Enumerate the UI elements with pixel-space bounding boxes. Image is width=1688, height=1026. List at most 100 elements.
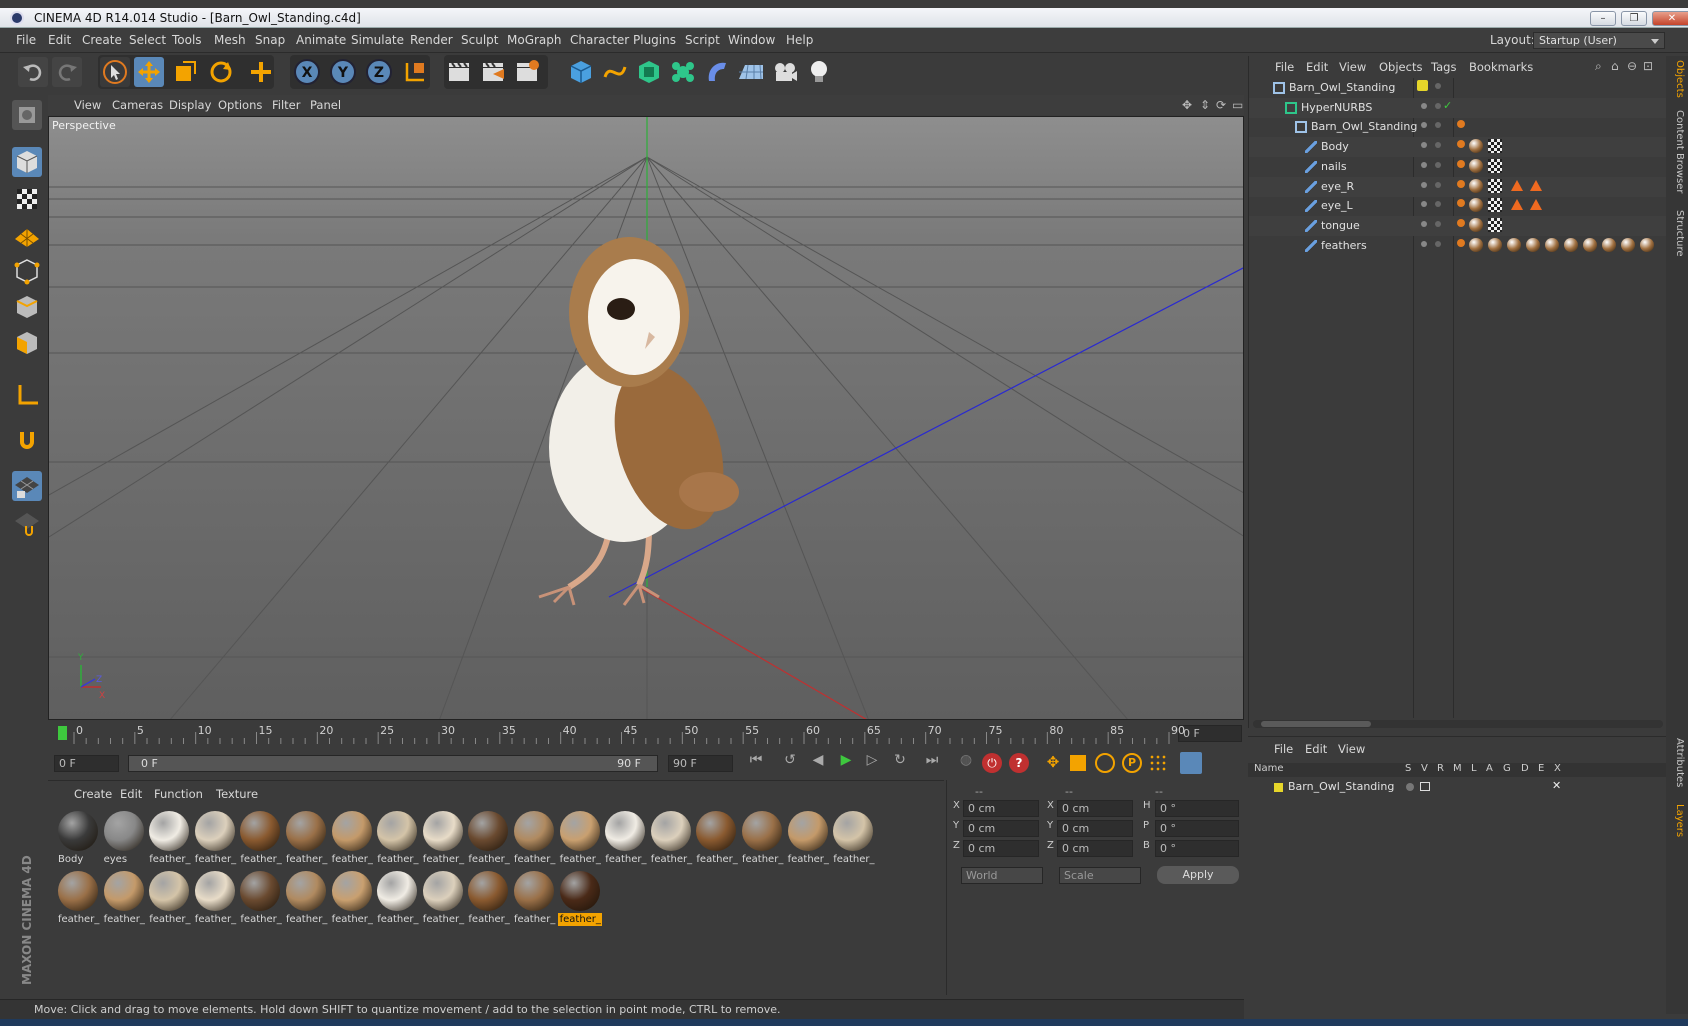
material-swatch[interactable]: feather_ [375,809,419,867]
material-swatch[interactable]: feather_ [512,869,556,927]
perspective-viewport[interactable]: Perspective Y X Z [48,116,1244,720]
menu-render[interactable]: Render [410,33,453,47]
object-tree-row[interactable]: HyperNURBS ✓ [1249,97,1667,118]
timeline-window-button[interactable] [1180,752,1202,774]
visibility-dot[interactable] [1421,102,1427,109]
new-panel-icon[interactable]: ⊡ [1643,59,1653,73]
barn-owl-model[interactable] [538,237,743,606]
layer-color-swatch[interactable] [1417,80,1428,91]
z-axis-lock-button[interactable]: Z [364,57,394,87]
material-swatch[interactable]: feather_ [193,809,237,867]
object-menu-view[interactable]: View [1339,60,1366,74]
object-name[interactable]: nails [1321,160,1347,173]
material-menu-create[interactable]: Create [74,787,112,801]
object-name[interactable]: HyperNURBS [1301,101,1372,114]
layer-menu-edit[interactable]: Edit [1305,742,1327,756]
menu-create[interactable]: Create [82,33,122,47]
menu-select[interactable]: Select [129,33,166,47]
material-tag-icon[interactable] [1488,237,1502,252]
layer-col-render[interactable]: R [1437,763,1444,774]
material-swatch[interactable]: feather_ [694,809,738,867]
material-swatch[interactable]: feather_ [284,809,328,867]
tab-structure[interactable]: Structure [1669,210,1685,257]
material-swatch[interactable]: feather_ [786,809,830,867]
viewport-menu-filter[interactable]: Filter [272,98,300,112]
redo-button[interactable] [52,57,82,87]
viewport-pan-icon[interactable]: ✥ [1182,98,1192,112]
maximize-button[interactable]: ❐ [1621,11,1647,26]
material-swatch[interactable]: Body [56,809,100,867]
material-swatch[interactable]: feather_ [330,869,374,927]
collapse-icon[interactable]: ⊖ [1627,59,1637,73]
snap-button[interactable] [12,425,42,455]
material-swatch[interactable]: feather_ [558,809,602,867]
live-selection-button[interactable] [100,57,130,87]
next-key-button[interactable]: ↻ [888,752,912,774]
uvw-tag-icon[interactable] [1488,139,1502,154]
material-tag-icon[interactable] [1564,237,1578,252]
material-tag-icon[interactable] [1469,237,1483,252]
coordinate-mode-dropdown[interactable]: Scale [1059,867,1141,884]
object-name[interactable]: Barn_Owl_Standing [1311,120,1417,133]
menu-character[interactable]: Character [570,33,629,47]
material-tag-icon[interactable] [1621,237,1635,252]
menu-edit[interactable]: Edit [48,33,71,47]
tab-objects[interactable]: Objects [1669,60,1685,98]
object-name[interactable]: eye_R [1321,180,1354,193]
material-swatch[interactable]: feather_ [512,809,556,867]
viewport-menu-cameras[interactable]: Cameras [112,98,163,112]
tab-content-browser[interactable]: Content Browser [1669,110,1685,193]
layer-col-solo[interactable]: S [1405,763,1411,774]
key-rotation-button[interactable] [1095,753,1115,773]
material-swatch[interactable]: feather_ [557,869,602,927]
y-axis-lock-button[interactable]: Y [328,57,358,87]
render-visibility-dot[interactable] [1435,240,1441,247]
phong-tag-icon[interactable] [1457,120,1465,129]
layer-view-toggle[interactable] [1420,782,1430,791]
visibility-dot[interactable] [1421,201,1427,208]
material-tag-icon[interactable] [1545,237,1559,252]
material-swatch[interactable]: feather_ [740,809,784,867]
search-icon[interactable]: ⌕ [1595,59,1602,74]
material-swatch[interactable]: feather_ [238,869,282,927]
render-picture-viewer-button[interactable] [478,57,508,87]
render-visibility-dot[interactable] [1435,181,1441,188]
layer-col-manager[interactable]: M [1453,763,1462,774]
material-swatch[interactable]: feather_ [193,869,237,927]
layer-col-locked[interactable]: L [1471,763,1477,774]
tab-attributes[interactable]: Attributes [1669,738,1685,787]
frame-range-slider[interactable]: 0 F 90 F [128,755,658,772]
layer-col-view[interactable]: V [1421,763,1428,774]
material-tag-icon[interactable] [1469,158,1483,173]
key-position-button[interactable]: ✥ [1043,753,1063,773]
polygons-mode-button[interactable] [12,328,42,358]
material-swatch[interactable]: feather_ [466,869,510,927]
points-mode-button[interactable] [12,256,42,286]
phong-tag-icon[interactable] [1457,238,1465,247]
menu-sculpt[interactable]: Sculpt [461,33,498,47]
object-tree-row[interactable]: eye_R [1249,176,1667,197]
home-icon[interactable]: ⌂ [1611,59,1619,73]
object-tree-row[interactable]: eye_L [1249,196,1667,216]
move-tool-button[interactable] [134,57,164,87]
recent-tool-button[interactable] [246,57,276,87]
material-swatch[interactable]: feather_ [56,869,100,927]
layout-dropdown[interactable]: Startup (User) [1533,32,1665,49]
uvw-tag-icon[interactable] [1488,217,1502,232]
coordinate-space-dropdown[interactable]: World [961,867,1043,884]
selection-tag-icon[interactable] [1511,179,1523,191]
timeline-playhead[interactable] [58,726,67,740]
object-tree-row[interactable]: nails [1249,157,1667,177]
go-to-start-button[interactable]: ⏮ [744,752,768,774]
texture-mode-button[interactable] [12,184,42,214]
layer-xref-toggle[interactable]: ✕ [1552,779,1561,792]
object-menu-edit[interactable]: Edit [1306,60,1328,74]
minimize-button[interactable]: – [1590,11,1616,26]
object-name[interactable]: Barn_Owl_Standing [1289,81,1395,94]
workplane-mode-button[interactable] [12,219,42,249]
render-visibility-dot[interactable] [1435,220,1441,227]
render-visibility-dot[interactable] [1435,122,1441,129]
material-swatch[interactable]: feather_ [147,809,191,867]
close-button[interactable]: ✕ [1652,11,1688,26]
render-visibility-dot[interactable] [1435,142,1441,149]
